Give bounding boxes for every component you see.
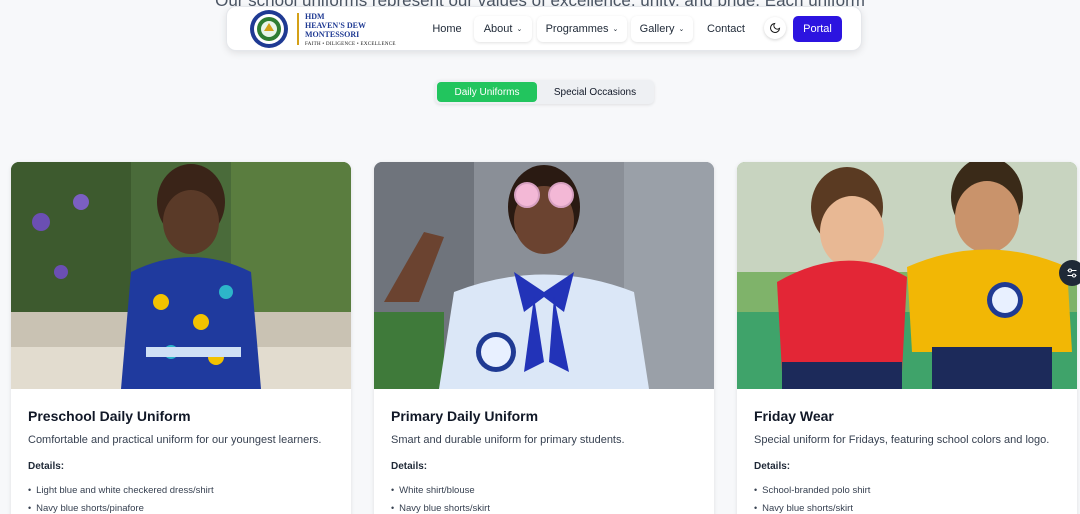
nav-home-label: Home bbox=[432, 23, 462, 35]
nav-gallery[interactable]: Gallery ⌄ bbox=[631, 16, 693, 42]
card-details-label: Details: bbox=[391, 461, 428, 472]
chevron-down-icon: ⌄ bbox=[516, 26, 523, 33]
nav-gallery-label: Gallery bbox=[639, 23, 675, 35]
tab-special-occasions[interactable]: Special Occasions bbox=[539, 82, 651, 102]
portal-button-label: Portal bbox=[803, 23, 832, 35]
uniform-card-friday: Friday Wear Special uniform for Fridays,… bbox=[737, 162, 1077, 514]
primary-uniform-photo bbox=[374, 162, 714, 389]
chevron-down-icon: ⌄ bbox=[612, 26, 619, 33]
card-title: Preschool Daily Uniform bbox=[28, 408, 191, 424]
list-item: Navy blue shorts/pinafore bbox=[28, 499, 214, 514]
preschool-uniform-photo bbox=[11, 162, 351, 389]
uniform-tabs: Daily Uniforms Special Occasions bbox=[435, 80, 654, 104]
school-logo[interactable] bbox=[249, 9, 289, 49]
nav-contact[interactable]: Contact bbox=[701, 16, 751, 42]
brand-line-1: HDM bbox=[305, 12, 325, 21]
card-description: Smart and durable uniform for primary st… bbox=[391, 434, 625, 446]
brand-line-3: MONTESSORI bbox=[305, 30, 360, 39]
accessibility-button[interactable] bbox=[1059, 260, 1080, 286]
brand-line-2: HEAVEN'S DEW bbox=[305, 21, 366, 30]
nav-programmes-label: Programmes bbox=[545, 23, 609, 35]
brand-tagline: FAITH • DILIGENCE • EXCELLENCE bbox=[305, 42, 396, 47]
list-item: Navy blue shorts/skirt bbox=[391, 499, 490, 514]
theme-toggle-button[interactable] bbox=[764, 17, 786, 39]
nav-about[interactable]: About ⌄ bbox=[474, 16, 532, 42]
card-title: Primary Daily Uniform bbox=[391, 408, 539, 424]
card-details-list: Light blue and white checkered dress/shi… bbox=[28, 481, 214, 514]
card-description: Special uniform for Fridays, featuring s… bbox=[754, 434, 1050, 446]
moon-icon bbox=[770, 22, 781, 33]
card-details-label: Details: bbox=[754, 461, 791, 472]
nav-home[interactable]: Home bbox=[423, 16, 471, 42]
list-item: Navy blue shorts/skirt bbox=[754, 499, 870, 514]
card-title: Friday Wear bbox=[754, 408, 834, 424]
portal-button[interactable]: Portal bbox=[793, 16, 842, 42]
card-details-label: Details: bbox=[28, 461, 65, 472]
sliders-icon bbox=[1067, 268, 1077, 278]
friday-wear-photo bbox=[737, 162, 1077, 389]
tab-daily-uniforms[interactable]: Daily Uniforms bbox=[437, 82, 537, 102]
brand-name[interactable]: HDM HEAVEN'S DEW MONTESSORI FAITH • DILI… bbox=[305, 12, 396, 49]
nav-contact-label: Contact bbox=[707, 23, 745, 35]
nav-programmes[interactable]: Programmes ⌄ bbox=[537, 16, 627, 42]
nav-about-label: About bbox=[483, 23, 513, 35]
card-details-list: School-branded polo shirt Navy blue shor… bbox=[754, 481, 870, 514]
navbar: HDM HEAVEN'S DEW MONTESSORI FAITH • DILI… bbox=[226, 6, 862, 51]
list-item: White shirt/blouse bbox=[391, 481, 490, 499]
uniform-card-preschool: Preschool Daily Uniform Comfortable and … bbox=[11, 162, 351, 514]
card-details-list: White shirt/blouse Navy blue shorts/skir… bbox=[391, 481, 490, 514]
card-description: Comfortable and practical uniform for ou… bbox=[28, 434, 322, 446]
list-item: Light blue and white checkered dress/shi… bbox=[28, 481, 213, 499]
chevron-down-icon: ⌄ bbox=[678, 26, 685, 33]
logo-divider bbox=[297, 13, 299, 45]
list-item: School-branded polo shirt bbox=[754, 481, 870, 499]
uniform-card-primary: Primary Daily Uniform Smart and durable … bbox=[374, 162, 714, 514]
